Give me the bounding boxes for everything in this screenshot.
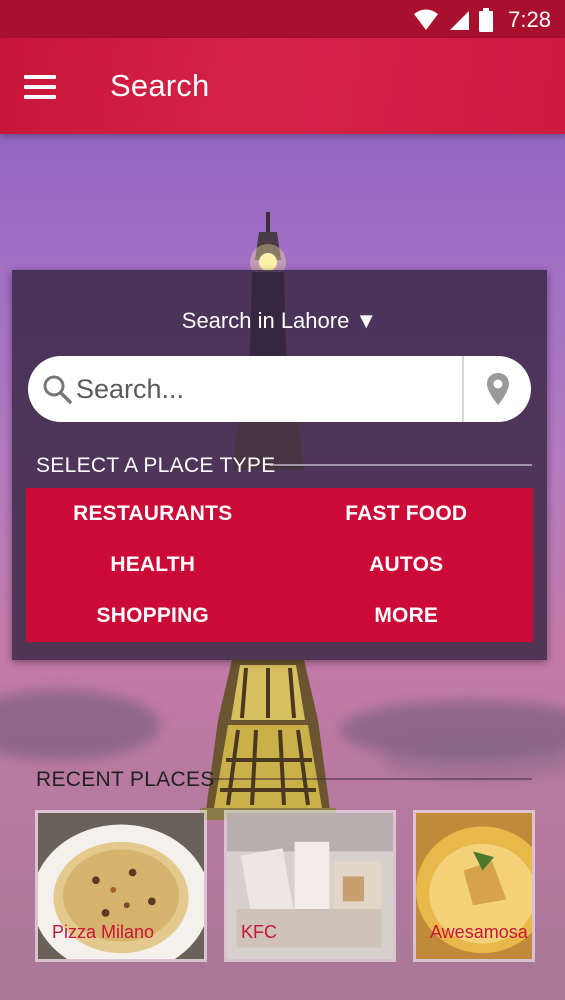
battery-icon	[479, 8, 494, 32]
recent-place-card-pizza-milano[interactable]: Pizza Milano	[35, 810, 207, 962]
wifi-icon	[414, 9, 439, 30]
place-type-rule	[270, 464, 532, 466]
place-type-restaurants-button[interactable]: RESTAURANTS	[26, 488, 280, 539]
location-button[interactable]	[464, 356, 531, 422]
place-type-more-button[interactable]: MORE	[280, 591, 534, 642]
recent-place-name: Awesamosa	[430, 922, 528, 942]
place-type-fast-food-button[interactable]: FAST FOOD	[280, 488, 534, 539]
place-type-health-button[interactable]: HEALTH	[26, 539, 280, 590]
search-card: Search in Lahore ▼ SELECT A PLACE TYPE R…	[12, 270, 547, 660]
app-bar: Search	[0, 38, 565, 134]
map-pin-icon	[487, 373, 509, 405]
signal-icon	[450, 11, 470, 30]
search-input[interactable]	[74, 366, 448, 412]
place-type-shopping-button[interactable]: SHOPPING	[26, 591, 280, 642]
magnifier-icon	[43, 375, 72, 404]
status-bar: 7:28	[0, 0, 565, 38]
recent-places-rule	[210, 778, 532, 780]
place-type-autos-button[interactable]: AUTOS	[280, 539, 534, 590]
recent-place-name: Pizza Milano	[52, 922, 155, 942]
place-type-heading: SELECT A PLACE TYPE	[36, 454, 276, 477]
app-screen: 7:28 Search Search in Lahore ▼ Search...…	[0, 0, 565, 1000]
status-icons: 7:28	[413, 7, 551, 33]
recent-place-card-awesamosa[interactable]: Awesamosa	[413, 810, 535, 962]
hamburger-menu-icon[interactable]	[24, 75, 56, 99]
recent-place-card-kfc[interactable]: KFC	[224, 810, 396, 962]
place-type-grid: RESTAURANTS FAST FOOD HEALTH AUTOS SHOPP…	[26, 488, 533, 642]
recent-places-heading: RECENT PLACES	[36, 768, 215, 791]
status-time: 7:28	[508, 7, 551, 32]
search-box	[28, 356, 531, 422]
city-selector-dropdown[interactable]: Search in Lahore ▼	[12, 308, 547, 334]
page-title: Search	[110, 68, 210, 103]
recent-place-name: KFC	[241, 922, 277, 942]
